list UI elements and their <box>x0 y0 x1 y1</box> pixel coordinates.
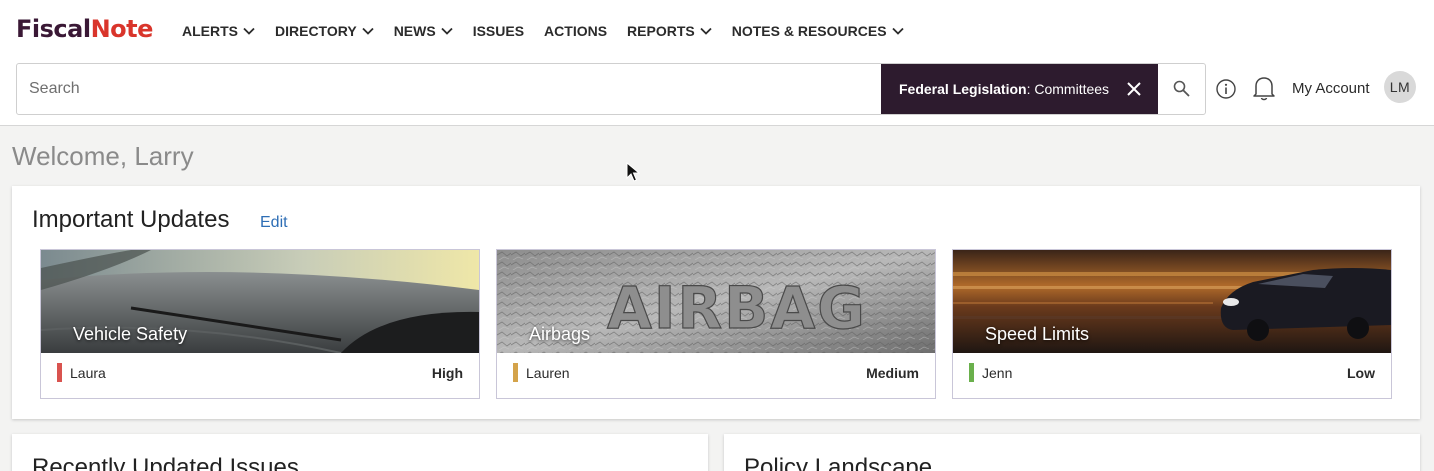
nav-issues[interactable]: ISSUES <box>473 22 524 40</box>
close-icon[interactable] <box>1124 79 1144 99</box>
nav-label: NOTES & RESOURCES <box>731 23 887 39</box>
top-bar: FiscalNote ALERTS DIRECTORY NEWS ISSUES … <box>0 0 1434 126</box>
search-icon <box>1173 80 1190 97</box>
card-title: Vehicle Safety <box>73 324 188 344</box>
card-priority: High <box>431 365 463 381</box>
nav-label: DIRECTORY <box>275 23 357 39</box>
bell-icon[interactable] <box>1251 74 1277 102</box>
nav-alerts[interactable]: ALERTS <box>182 22 255 40</box>
main-nav: ALERTS DIRECTORY NEWS ISSUES ACTIONS REP… <box>182 22 924 40</box>
policy-landscape-title: Policy Landscape <box>744 454 933 471</box>
update-card-speed-limits[interactable]: Speed Limits Jenn Low <box>952 249 1392 399</box>
priority-indicator <box>57 363 62 382</box>
card-priority: Low <box>1347 365 1375 381</box>
priority-indicator <box>513 363 518 382</box>
filter-category: Federal Legislation <box>899 81 1027 97</box>
search-input[interactable] <box>17 64 881 114</box>
welcome-heading: Welcome, Larry <box>12 141 194 171</box>
card-title: Airbags <box>529 324 591 344</box>
nav-reports[interactable]: REPORTS <box>627 22 712 40</box>
edit-link[interactable]: Edit <box>260 214 288 232</box>
avatar[interactable]: LM <box>1384 71 1416 103</box>
priority-indicator <box>969 363 974 382</box>
recently-updated-issues-panel: Recently Updated Issues <box>12 434 708 471</box>
card-priority: Medium <box>866 365 919 381</box>
airbag-emboss-graphic: AIRBAG <box>607 274 867 342</box>
card-owner: Lauren <box>526 365 570 381</box>
chevron-down-icon <box>362 27 374 35</box>
search-button[interactable] <box>1158 64 1206 114</box>
update-card-airbags[interactable]: AIRBAG Airbags Lauren Medium <box>496 249 936 399</box>
chevron-down-icon <box>700 27 712 35</box>
card-owner: Laura <box>70 365 106 381</box>
chevron-down-icon <box>243 27 255 35</box>
nav-directory[interactable]: DIRECTORY <box>275 22 374 40</box>
recently-updated-issues-title: Recently Updated Issues <box>32 454 299 471</box>
search-bar: Federal Legislation: Committees <box>16 63 1206 115</box>
chevron-down-icon <box>891 27 904 35</box>
important-updates-title: Important Updates <box>32 206 230 233</box>
filter-value: Committees <box>1034 81 1110 97</box>
nav-label: ISSUES <box>472 23 525 39</box>
nav-label: ACTIONS <box>544 23 608 39</box>
filter-separator: : <box>1026 81 1035 97</box>
logo-part-note: Note <box>90 15 154 43</box>
search-filter-chip[interactable]: Federal Legislation: Committees <box>881 64 1158 114</box>
fiscalnote-logo[interactable]: FiscalNote <box>16 15 153 43</box>
important-updates-panel: Important Updates Edit Vehicle Safety La… <box>12 186 1420 419</box>
nav-label: NEWS <box>393 23 436 39</box>
logo-part-fiscal: Fiscal <box>16 15 91 43</box>
card-footer: Lauren Medium <box>497 353 935 398</box>
card-title: Speed Limits <box>985 324 1090 344</box>
nav-notes-resources[interactable]: NOTES & RESOURCES <box>732 22 904 40</box>
update-card-vehicle-safety[interactable]: Vehicle Safety Laura High <box>40 249 480 399</box>
nav-actions[interactable]: ACTIONS <box>544 22 607 40</box>
policy-landscape-panel: Policy Landscape <box>724 434 1420 471</box>
card-owner: Jenn <box>982 365 1013 381</box>
mouse-cursor-icon <box>626 162 640 182</box>
nav-news[interactable]: NEWS <box>394 22 453 40</box>
nav-label: ALERTS <box>182 23 238 39</box>
info-icon[interactable] <box>1215 78 1237 100</box>
card-footer: Jenn Low <box>953 353 1391 398</box>
nav-label: REPORTS <box>627 23 695 39</box>
my-account-link[interactable]: My Account <box>1292 80 1370 97</box>
card-footer: Laura High <box>41 353 479 398</box>
chevron-down-icon <box>441 27 453 35</box>
